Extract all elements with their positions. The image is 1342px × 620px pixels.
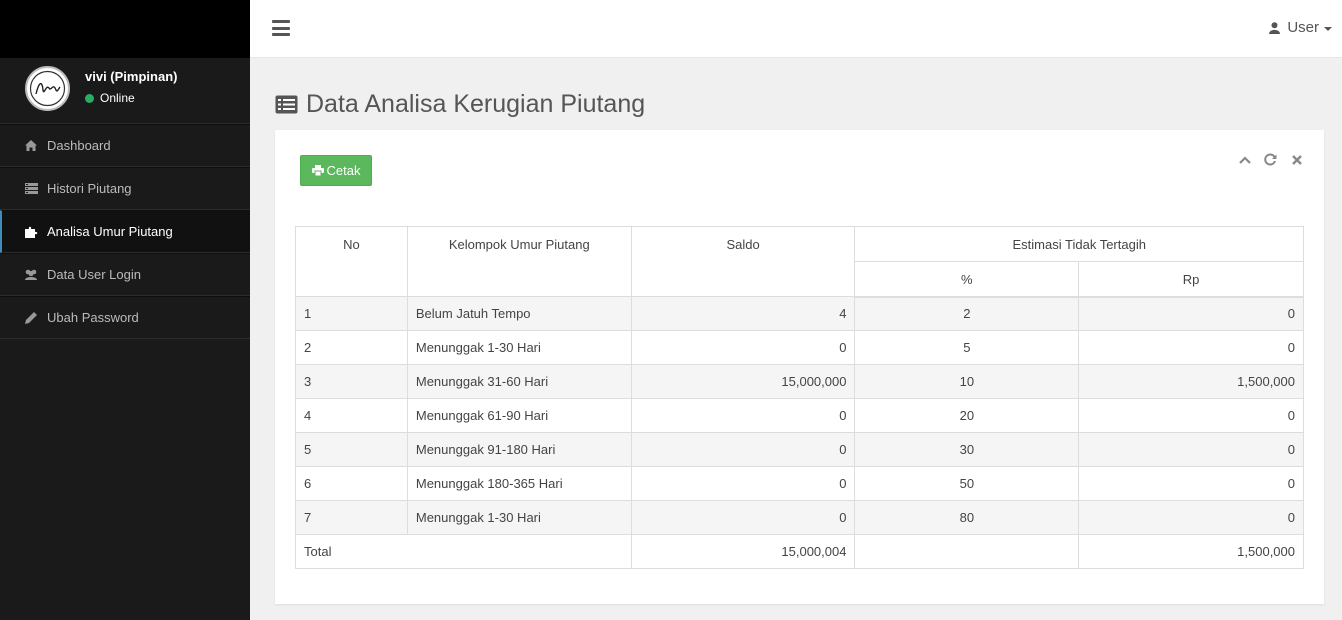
user-panel: vivi (Pimpinan) Online [0,58,250,124]
header-no: No [295,226,408,297]
cell-kelompok: Menunggak 31-60 Hari [406,364,632,399]
cell-saldo: 0 [630,330,856,365]
cell-rp: 0 [1078,432,1304,467]
puzzle-icon [24,225,38,239]
close-icon[interactable] [1289,152,1304,167]
cell-pct: 30 [854,432,1080,467]
user-name: vivi (Pimpinan) [85,69,178,84]
total-pct-empty [854,534,1080,569]
panel-tools [1237,152,1304,167]
cell-pct: 10 [854,364,1080,399]
cell-rp: 0 [1078,466,1304,501]
list-icon [24,182,38,196]
top-header: User [250,0,1342,58]
cell-pct: 20 [854,398,1080,433]
cell-saldo: 0 [630,432,856,467]
total-label: Total [295,534,632,569]
sidebar-item-label: Histori Piutang [47,181,132,196]
collapse-icon[interactable] [1237,152,1252,167]
cell-no: 2 [295,330,408,365]
cell-no: 6 [295,466,408,501]
cell-rp: 0 [1078,296,1304,331]
print-button[interactable]: Cetak [300,155,372,186]
header-saldo: Saldo [630,226,856,297]
print-button-label: Cetak [326,163,361,178]
cell-kelompok: Menunggak 61-90 Hari [406,398,632,433]
table-row: 1 Belum Jatuh Tempo 4 2 0 [295,296,1304,331]
cell-saldo: 0 [630,466,856,501]
cell-pct: 5 [854,330,1080,365]
online-dot-icon [85,93,94,103]
cell-kelompok: Menunggak 180-365 Hari [406,466,632,501]
cell-kelompok: Menunggak 1-30 Hari [406,330,632,365]
table-total-row: Total 15,000,004 1,500,000 [295,534,1304,569]
total-saldo: 15,000,004 [630,534,856,569]
sidebar: vivi (Pimpinan) Online Dashboard Histori… [0,0,250,620]
cell-no: 3 [295,364,408,399]
cell-rp: 1,500,000 [1078,364,1304,399]
cell-rp: 0 [1078,398,1304,433]
sidebar-item-analisa-umur-piutang[interactable]: Analisa Umur Piutang [0,210,250,253]
table-row: 5 Menunggak 91-180 Hari 0 30 0 [295,432,1304,467]
cell-saldo: 4 [630,296,856,331]
aging-analysis-table: No Kelompok Umur Piutang Saldo Estimasi … [295,226,1304,569]
sidebar-item-label: Dashboard [47,138,111,153]
user-menu-label: User [1287,19,1319,36]
cell-kelompok: Belum Jatuh Tempo [406,296,632,331]
sidebar-item-label: Data User Login [47,267,141,282]
cell-pct: 50 [854,466,1080,501]
cell-no: 1 [295,296,408,331]
users-icon [24,268,38,282]
cell-saldo: 15,000,000 [630,364,856,399]
cell-pct: 80 [854,500,1080,535]
sidebar-item-dashboard[interactable]: Dashboard [0,124,250,167]
sidebar-item-label: Ubah Password [47,310,139,325]
user-icon [1269,21,1281,34]
page-title-text: Data Analisa Kerugian Piutang [306,90,646,118]
table-row: 6 Menunggak 180-365 Hari 0 50 0 [295,466,1304,501]
pencil-icon [24,311,38,325]
header-pct: % [854,261,1080,298]
sidebar-logo-area [0,0,250,58]
sidebar-item-data-user-login[interactable]: Data User Login [0,253,250,296]
user-status-label: Online [100,91,135,105]
caret-down-icon [1324,26,1332,31]
cell-rp: 0 [1078,330,1304,365]
user-status: Online [85,91,135,105]
header-kelompok: Kelompok Umur Piutang [406,226,632,297]
page-title: Data Analisa Kerugian Piutang [275,90,645,119]
cell-rp: 0 [1078,500,1304,535]
cell-pct: 2 [854,296,1080,331]
table-row: 2 Menunggak 1-30 Hari 0 5 0 [295,330,1304,365]
cell-no: 5 [295,432,408,467]
report-panel: Cetak No Kelompok Umur Piutang Saldo Est… [275,130,1324,604]
refresh-icon[interactable] [1263,152,1278,167]
header-estimasi: Estimasi Tidak Tertagih [854,226,1304,262]
user-menu-dropdown[interactable]: User [1269,19,1332,36]
print-icon [311,165,324,176]
sidebar-item-histori-piutang[interactable]: Histori Piutang [0,167,250,210]
cell-saldo: 0 [630,398,856,433]
total-rp: 1,500,000 [1078,534,1304,569]
cell-kelompok: Menunggak 91-180 Hari [406,432,632,467]
avatar [25,66,70,111]
sidebar-item-ubah-password[interactable]: Ubah Password [0,296,250,339]
sidebar-menu: Dashboard Histori Piutang Analisa Umur P… [0,124,250,339]
table-row: 4 Menunggak 61-90 Hari 0 20 0 [295,398,1304,433]
cell-saldo: 0 [630,500,856,535]
home-icon [24,139,38,153]
header-rp: Rp [1078,261,1304,298]
sidebar-item-label: Analisa Umur Piutang [47,224,173,239]
cell-no: 7 [295,500,408,535]
table-row: 3 Menunggak 31-60 Hari 15,000,000 10 1,5… [295,364,1304,399]
menu-toggle-icon[interactable] [272,20,290,36]
table-row: 7 Menunggak 1-30 Hari 0 80 0 [295,500,1304,535]
cell-no: 4 [295,398,408,433]
cell-kelompok: Menunggak 1-30 Hari [406,500,632,535]
list-alt-icon [275,95,298,114]
